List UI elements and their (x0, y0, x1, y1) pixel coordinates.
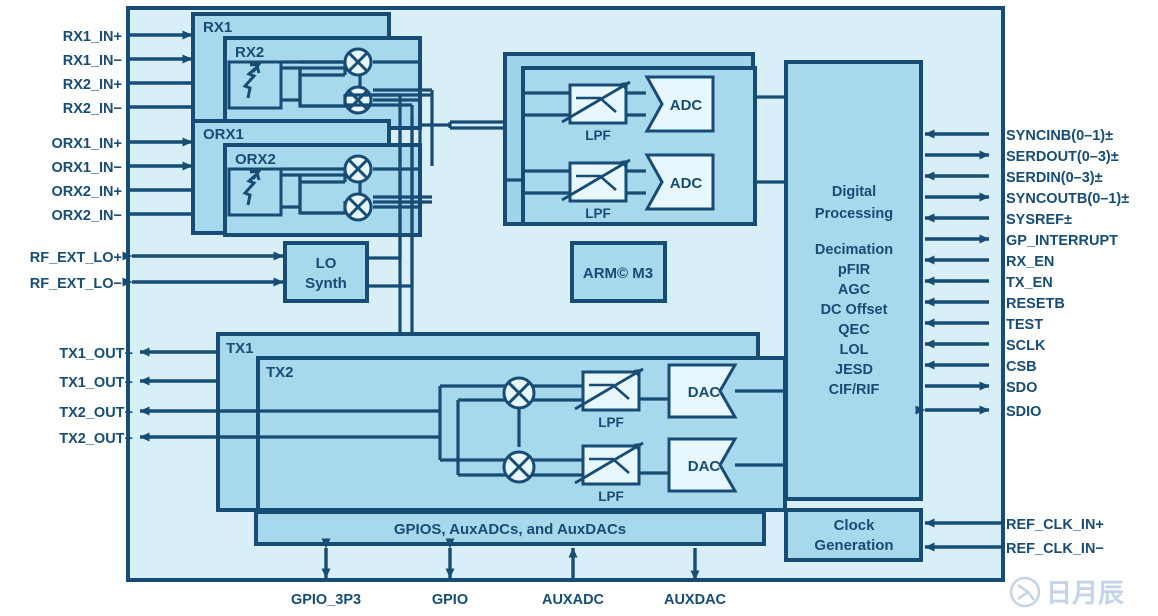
pin-label-syncoutb: SYNCOUTB(0–1)± (1006, 191, 1129, 207)
pin-label-serdout: SERDOUT(0–3)± (1006, 149, 1119, 165)
dsp-feature-0: Decimation (815, 242, 893, 258)
dsp-feature-7: CIF/RIF (829, 382, 880, 398)
pin-label-tx1-out-n: TX1_OUT− (59, 375, 133, 391)
lo-synth-label-2: Synth (305, 275, 347, 292)
pin-label-rx2-in-p: RX2_IN+ (63, 77, 122, 93)
pin-label-orx1-in-n: ORX1_IN− (51, 160, 122, 176)
pin-label-ref-clk-in-p: REF_CLK_IN+ (1006, 517, 1104, 533)
pin-label-serdin: SERDIN(0–3)± (1006, 170, 1103, 186)
adc-label-2: ADC (670, 175, 703, 192)
pin-label-rx-en: RX_EN (1006, 254, 1054, 270)
pin-label-sclk: SCLK (1006, 338, 1046, 354)
pin-label-gp-interrupt: GP_INTERRUPT (1006, 233, 1118, 249)
tx-lpf-label-2: LPF (598, 489, 624, 504)
pin-label-ref-clk-in-n: REF_CLK_IN− (1006, 541, 1104, 557)
clock-gen-label-1: Clock (834, 517, 876, 534)
clock-gen-label-2: Generation (814, 537, 893, 554)
dsp-feature-3: DC Offset (821, 302, 888, 318)
dsp-feature-1: pFIR (838, 262, 871, 278)
pin-label-test: TEST (1006, 317, 1043, 333)
pin-label-gpio-3p3: GPIO_3P3 (291, 592, 361, 608)
pin-label-rf-ext-lo-p: RF_EXT_LO+ (30, 250, 122, 266)
tx2-label: TX2 (266, 364, 294, 381)
pin-label-auxadc: AUXADC (542, 592, 605, 608)
pin-label-orx1-in-p: ORX1_IN+ (51, 136, 122, 152)
pin-label-tx1-out-p: TX1_OUT+ (59, 346, 133, 362)
dsp-feature-4: QEC (838, 322, 870, 338)
block-diagram-canvas: LPF ADC LPF ADC ARM© M3 LO Synth LPF DAC… (0, 0, 1158, 616)
pin-label-rx1-in-p: RX1_IN+ (63, 29, 122, 45)
adc-label-1: ADC (670, 97, 703, 114)
functional-block-diagram: LPF ADC LPF ADC ARM© M3 LO Synth LPF DAC… (0, 0, 1158, 616)
pin-label-resetb: RESETB (1006, 296, 1065, 312)
rx2-label: RX2 (235, 44, 264, 61)
tx1-label: TX1 (226, 340, 254, 357)
dsp-heading-2: Processing (815, 206, 893, 222)
pin-label-tx-en: TX_EN (1006, 275, 1053, 291)
arm-m3-label: ARM© M3 (583, 265, 653, 282)
pin-label-orx2-in-p: ORX2_IN+ (51, 184, 122, 200)
orx2-label: ORX2 (235, 151, 276, 168)
pin-label-tx2-out-p: TX2_OUT+ (59, 405, 133, 421)
lo-synth-label-1: LO (316, 255, 337, 272)
pin-label-rx1-in-n: RX1_IN− (63, 53, 122, 69)
pin-label-sdo: SDO (1006, 380, 1037, 396)
pin-label-gpio: GPIO (432, 592, 468, 608)
dsp-feature-6: JESD (835, 362, 873, 378)
pin-label-orx2-in-n: ORX2_IN− (51, 208, 122, 224)
dsp-heading-1: Digital (832, 184, 876, 200)
dsp-feature-5: LOL (840, 342, 869, 358)
pin-label-tx2-out-n: TX2_OUT− (59, 431, 133, 447)
digital-processing-block (784, 60, 923, 501)
pin-label-auxdac: AUXDAC (664, 592, 727, 608)
pin-label-rx2-in-n: RX2_IN− (63, 101, 122, 117)
pin-label-rf-ext-lo-n: RF_EXT_LO− (30, 276, 122, 292)
pin-label-syncinb: SYNCINB(0–1)± (1006, 128, 1113, 144)
rx1-label: RX1 (203, 19, 232, 36)
pin-label-sdio: SDIO (1006, 404, 1041, 420)
tx-lpf-label-1: LPF (598, 415, 624, 430)
dsp-feature-2: AGC (838, 282, 871, 298)
lpf-label-1: LPF (585, 128, 611, 143)
pin-label-sysref: SYSREF± (1006, 212, 1072, 228)
dac-label-1: DAC (688, 384, 721, 401)
watermark-text: 日月辰 (1046, 578, 1124, 608)
pin-label-csb: CSB (1006, 359, 1037, 375)
gpio-aux-bar-label: GPIOS, AuxADCs, and AuxDACs (394, 521, 626, 538)
dac-label-2: DAC (688, 458, 721, 475)
lo-synth-block (283, 241, 369, 303)
lpf-label-2: LPF (585, 206, 611, 221)
orx1-label: ORX1 (203, 126, 244, 143)
